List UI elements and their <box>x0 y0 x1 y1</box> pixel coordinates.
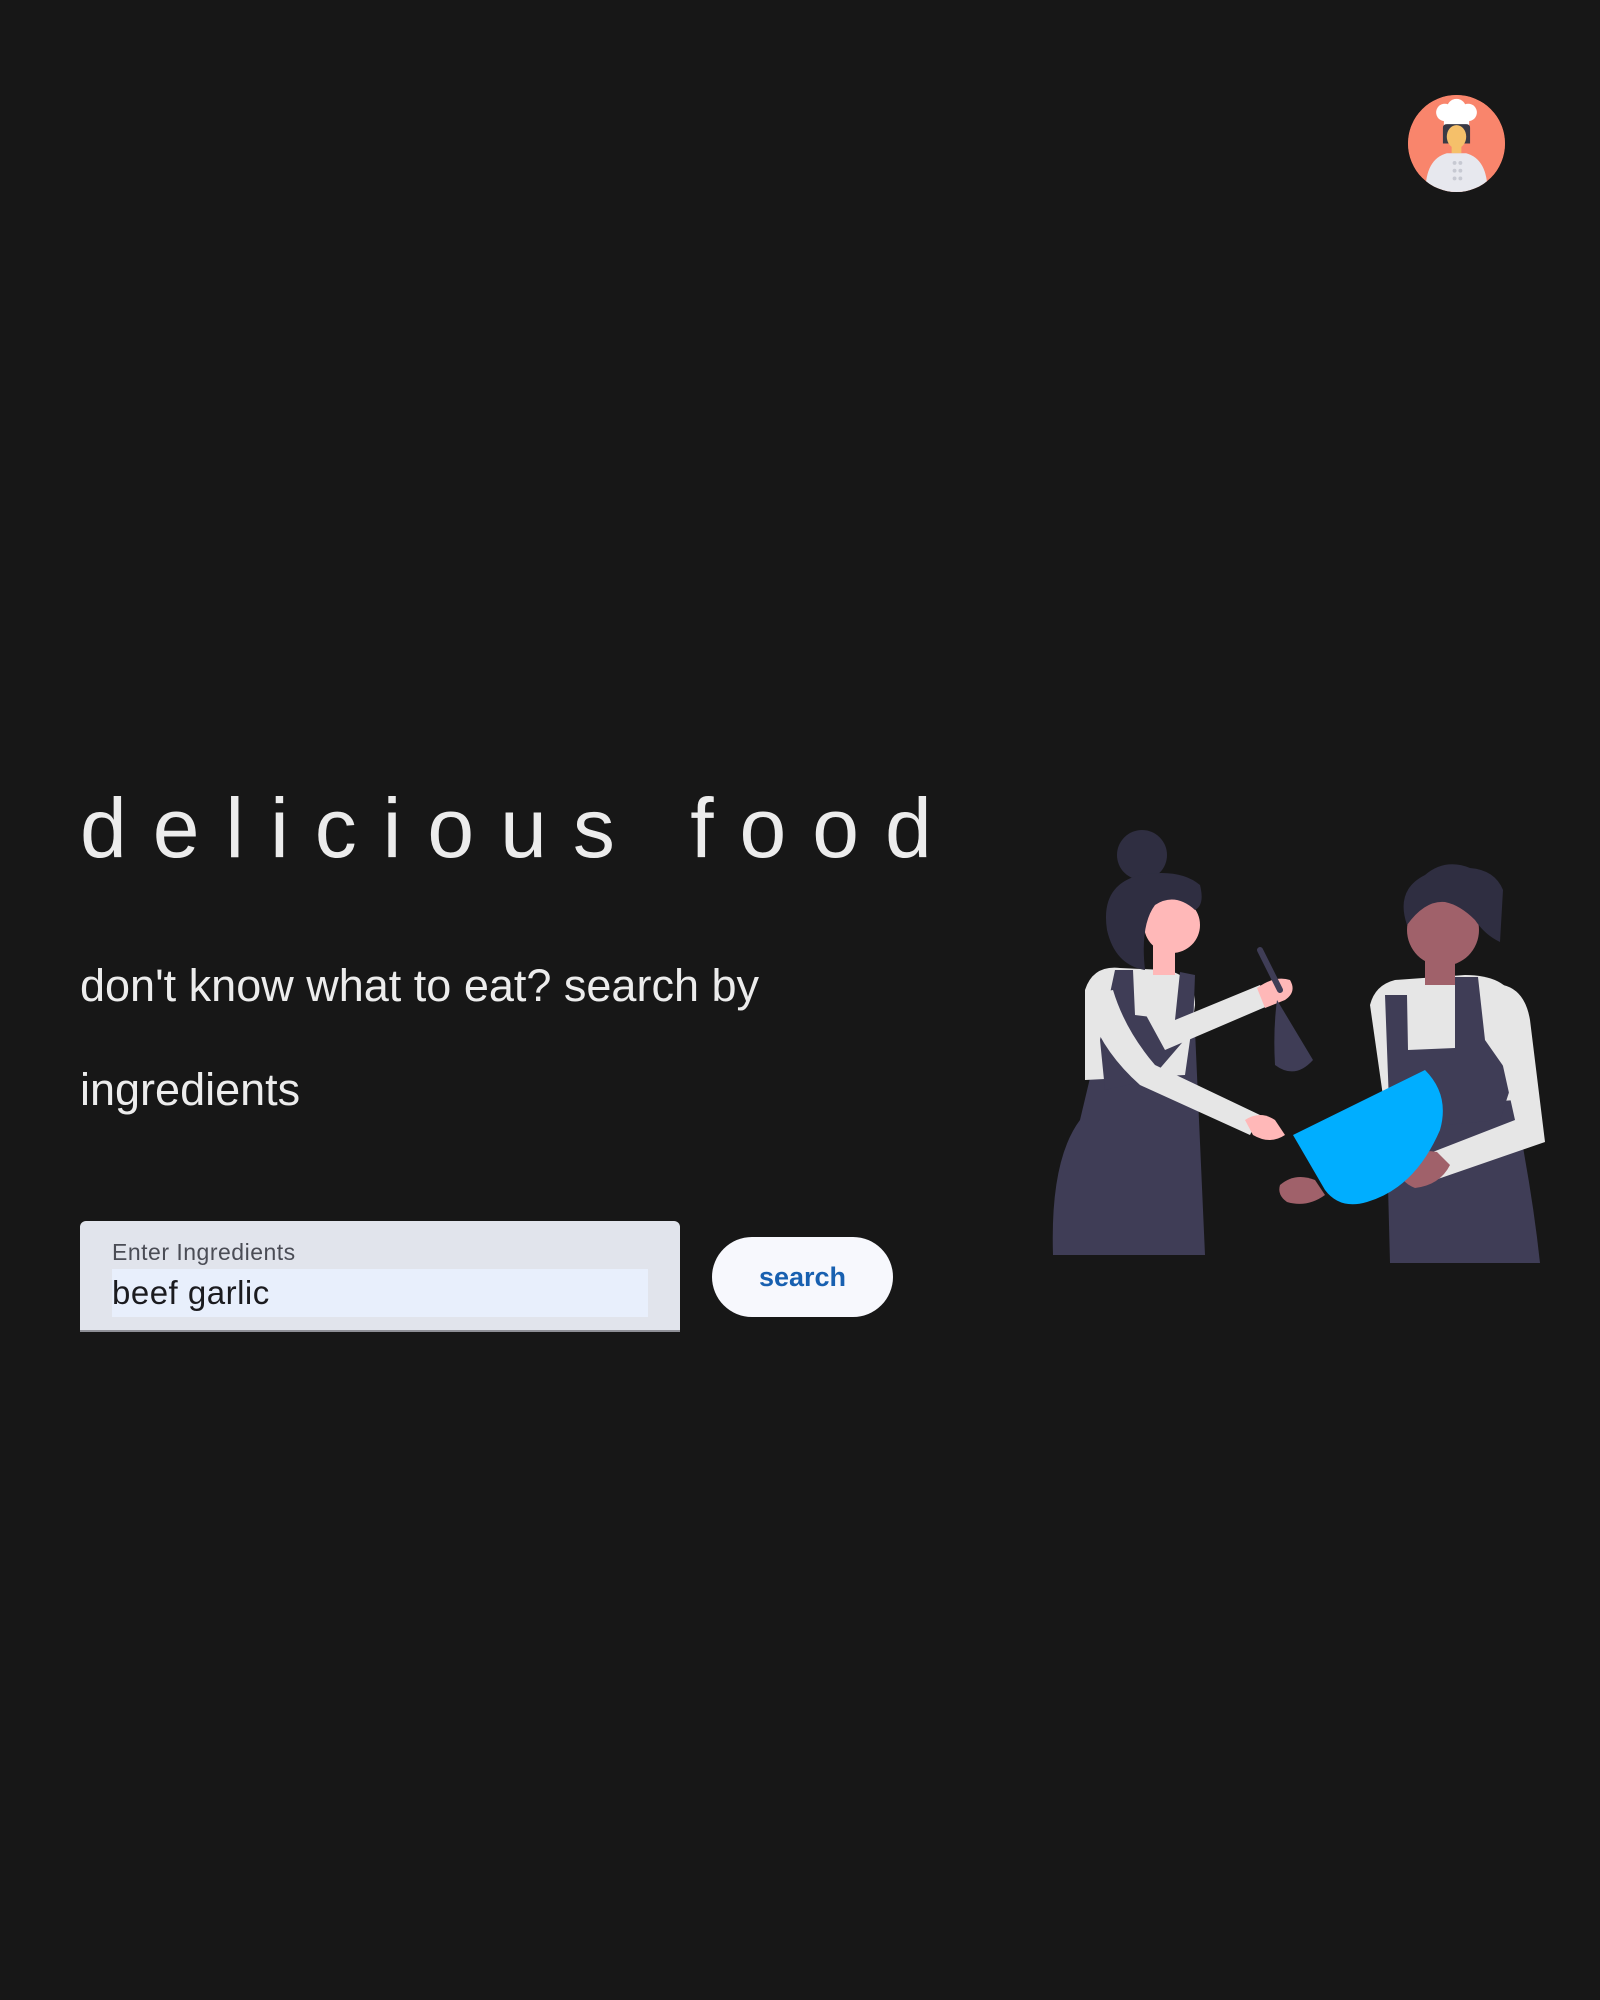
page-subtitle: don't know what to eat? search by ingred… <box>80 960 759 1115</box>
ingredients-field[interactable]: Enter Ingredients <box>80 1221 680 1332</box>
search-button[interactable]: search <box>712 1237 893 1317</box>
ingredients-input[interactable] <box>112 1269 648 1317</box>
page: delicious food don't know what to eat? s… <box>0 0 1600 2000</box>
chef-avatar-icon[interactable] <box>1408 95 1505 192</box>
ingredients-label: Enter Ingredients <box>112 1239 296 1265</box>
chefs-cooking-illustration <box>1045 830 1565 1270</box>
page-title: delicious food <box>80 781 958 875</box>
